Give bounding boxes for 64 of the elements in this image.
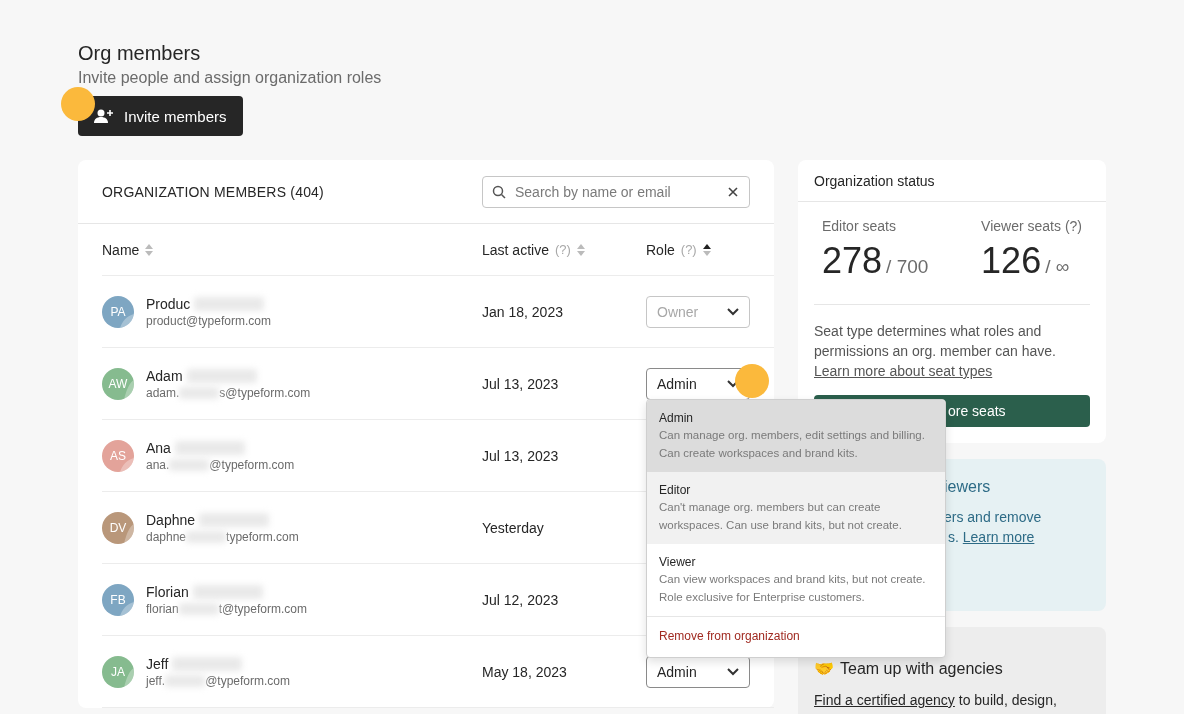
learn-more-link[interactable]: Learn more [962,527,1035,547]
stat-value: 278 [822,240,883,282]
add-user-icon [94,108,114,124]
column-header[interactable]: Role [646,241,675,258]
avatar: PA [102,295,134,328]
role-option[interactable]: Admin Can manage org. members, edit settings and billing. Can create workspaces and brand kits. [647,399,945,472]
handshake-icon: 🤝 [814,659,834,678]
stat-limit: / ∞ [1045,256,1070,278]
close-icon[interactable] [728,186,738,197]
stat-limit: / 700 [886,256,929,278]
invite-button[interactable]: Invite members [78,96,243,136]
role-option[interactable]: Editor Can't manage org. members but can create workspaces. Can use brand kits, but not create. [647,471,945,544]
option-description: Can view workspaces and brand kits, but not create. Role exclusive for Enterprise customers. [659,571,927,605]
avatar: AW [102,367,134,400]
stat-value: 126 [981,240,1042,282]
hotspot-dot[interactable] [61,87,95,121]
last-active-date: Jan 18, 2023 [482,303,564,320]
member-name: Adam [146,366,183,385]
agency-link[interactable]: Find a certified agency [814,690,955,710]
option-label: Editor [659,481,692,498]
member-email: daphne typeform.com [146,528,299,545]
search-field[interactable]: Search by name or email [482,175,750,208]
card-text: to build, design, [957,692,1057,708]
member-email: florian t@typeform.com [146,600,307,617]
member-email: adam. s@typeform.com [146,384,311,401]
member-name: Jeff [146,654,169,673]
avatar: DV [102,511,134,544]
option-label: Viewer [659,553,697,570]
member-email: jeff. @typeform.com [146,672,290,689]
last-active-date: May 18, 2023 [482,663,568,680]
card-text: s. [948,528,959,547]
seat-note: Seat type determines what roles and permissions an org. member can have. [814,322,1057,361]
card-title: Organization status [798,160,1106,202]
last-active-date: Jul 13, 2023 [482,447,560,464]
last-active-date: Jul 13, 2023 [482,375,560,392]
role-option[interactable]: Viewer Can view workspaces and brand kits, but not create. Role exclusive for Enterprise customers. [647,543,945,616]
member-name: Daphne [146,510,196,529]
member-email: ana. @typeform.com [146,456,295,473]
option-description: Can manage org. members, edit settings and billing. Can create workspaces and brand kits. [659,427,926,461]
stat-label: Editor seats [822,218,897,234]
avatar: AS [102,439,134,472]
stat-label: Viewer seats (?) [981,218,1082,234]
chevron-down-icon [727,667,739,676]
option-label: Admin [659,409,694,426]
last-active-date: Yesterday [482,519,545,536]
search-icon [492,184,506,199]
column-header[interactable]: Name [102,241,140,258]
avatar: FB [102,583,134,616]
sort-icon[interactable] [702,242,711,257]
card-heading: Team up with agencies [840,659,1003,678]
member-name: Florian [146,582,189,601]
page-title: Org members [78,41,202,66]
remove-option[interactable]: Remove from organization [647,615,945,657]
seat-types-link[interactable]: Learn more about seat types [814,361,993,381]
card-title: ORGANIZATION MEMBERS (404) [102,183,324,200]
member-email: product@typeform.com [146,312,271,329]
last-active-date: Jul 12, 2023 [482,591,560,608]
member-name: Ana [146,438,171,457]
chevron-down-icon [727,307,739,316]
member-name: Produc [146,294,191,313]
column-header[interactable]: Last active [482,241,549,258]
option-description: Can't manage org. members but can create workspaces. Can use brand kits, but not create. [659,499,903,533]
avatar: JA [102,655,134,688]
page-subtitle: Invite people and assign organization roles [78,68,383,88]
